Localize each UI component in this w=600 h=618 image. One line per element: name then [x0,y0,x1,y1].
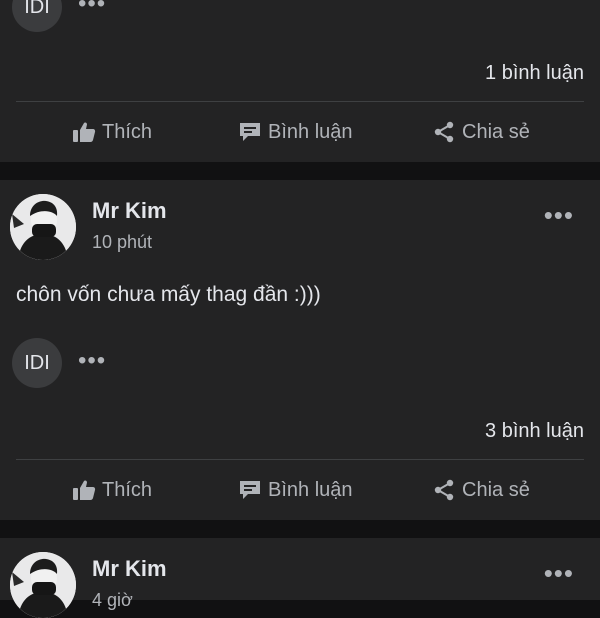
post-time[interactable]: 10 phút [92,232,152,253]
avatar[interactable] [10,552,76,618]
post-time[interactable]: 4 giờ [92,590,133,611]
post-text: chôn vốn chưa mấy thag đần :))) [16,283,321,306]
comment-count[interactable]: 1 bình luận [485,62,584,85]
thumbs-up-icon [73,480,96,500]
action-bar: Thích Bình luận Chia sẻ [0,112,600,152]
comment-label: Bình luận [268,478,353,501]
more-dots-icon[interactable]: ••• [78,349,106,373]
share-label: Chia sẻ [462,478,530,501]
like-button[interactable]: Thích [72,470,152,510]
more-dots-icon[interactable]: ••• [78,0,106,16]
post-card-3: Mr Kim 4 giờ ••• [0,538,600,618]
divider [16,101,584,102]
share-button[interactable]: Chia sẻ [432,470,530,510]
thumbs-up-icon [73,122,96,142]
comment-button[interactable]: Bình luận [238,112,353,152]
more-dots-icon[interactable]: ••• [544,560,574,586]
avatar-image [10,194,76,260]
share-button[interactable]: Chia sẻ [432,112,530,152]
author-name[interactable]: Mr Kim [92,198,167,224]
reply-badge[interactable]: IDI [12,0,62,32]
post-card-2: Mr Kim 10 phút ••• chôn vốn chưa mấy tha… [0,180,600,520]
comment-button[interactable]: Bình luận [238,470,353,510]
like-button[interactable]: Thích [72,112,152,152]
comment-icon [240,123,260,141]
avatar-image [10,552,76,618]
avatar[interactable] [10,194,76,260]
like-label: Thích [102,120,153,143]
more-dots-icon[interactable]: ••• [544,202,574,228]
comment-icon [240,481,260,499]
divider [16,459,584,460]
comment-label: Bình luận [268,120,353,143]
post-card-1: IDI ••• 1 bình luận Thích Bình luận Chia… [0,0,600,162]
comment-count[interactable]: 3 bình luận [485,420,584,443]
share-icon [434,479,454,501]
share-label: Chia sẻ [462,120,530,143]
share-icon [434,121,454,143]
like-label: Thích [102,478,153,501]
action-bar: Thích Bình luận Chia sẻ [0,470,600,510]
author-name[interactable]: Mr Kim [92,556,167,582]
reply-badge[interactable]: IDI [12,338,62,388]
